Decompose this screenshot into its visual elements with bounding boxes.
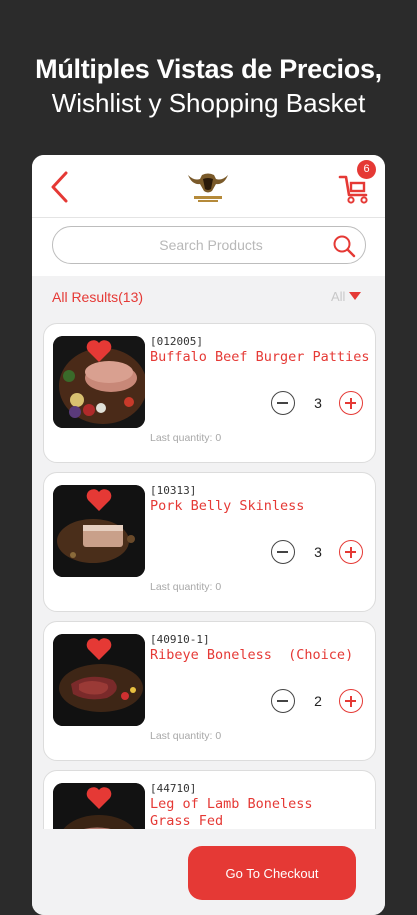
quantity-value: 3	[314, 544, 322, 560]
increase-qty-button[interactable]	[339, 689, 363, 713]
brand-logo	[184, 169, 232, 205]
caret-down-icon	[349, 292, 362, 300]
product-code: [40910-1]	[150, 633, 210, 646]
checkout-button[interactable]: Go To Checkout	[188, 846, 356, 900]
filter-dropdown[interactable]: All	[331, 289, 362, 304]
product-name[interactable]: Leg of Lamb Boneless Grass Fed	[150, 796, 320, 830]
results-count: All Results(13)	[52, 289, 144, 305]
product-card[interactable]: [10313] Pork Belly Skinless 3 Last quant…	[43, 472, 376, 612]
product-image	[53, 485, 145, 577]
decrease-qty-button[interactable]	[271, 689, 295, 713]
product-card[interactable]: [012005] Buffalo Beef Burger Patties 3 L…	[43, 323, 376, 463]
product-card[interactable]: [40910-1] Ribeye Boneless (Choice) 2 Las…	[43, 621, 376, 761]
last-quantity: Last quantity: 0	[150, 581, 222, 593]
promo-headline: Múltiples Vistas de Precios, Wishlist y …	[0, 52, 417, 120]
product-code: [44710]	[150, 782, 197, 795]
quantity-value: 2	[314, 693, 322, 709]
increase-qty-button[interactable]	[339, 540, 363, 564]
minus-icon	[277, 551, 288, 553]
minus-icon	[277, 700, 288, 702]
minus-icon	[277, 402, 288, 404]
wishlist-heart-icon[interactable]	[85, 637, 113, 661]
increase-qty-button[interactable]	[339, 391, 363, 415]
search-icon[interactable]	[332, 234, 356, 258]
product-name[interactable]: Pork Belly Skinless	[150, 498, 370, 515]
quantity-value: 3	[314, 395, 322, 411]
last-quantity: Last quantity: 0	[150, 730, 222, 742]
product-name[interactable]: Ribeye Boneless (Choice)	[150, 647, 370, 664]
decrease-qty-button[interactable]	[271, 391, 295, 415]
search-input[interactable]	[89, 230, 333, 260]
product-code: [10313]	[150, 484, 197, 497]
wishlist-heart-icon[interactable]	[85, 786, 113, 810]
search-area	[32, 218, 385, 276]
filter-label: All	[331, 289, 346, 304]
promo-subtitle: Wishlist y Shopping Basket	[51, 88, 366, 118]
back-button[interactable]	[46, 169, 74, 205]
chevron-left-icon	[51, 171, 68, 203]
checkout-bar: Go To Checkout	[32, 829, 385, 915]
results-bar: All Results(13) All	[32, 277, 385, 319]
promo-title: Múltiples Vistas de Precios,	[35, 54, 382, 84]
product-image	[53, 336, 145, 428]
wishlist-heart-icon[interactable]	[85, 339, 113, 363]
last-quantity: Last quantity: 0	[150, 432, 222, 444]
product-code: [012005]	[150, 335, 203, 348]
wishlist-heart-icon[interactable]	[85, 488, 113, 512]
product-name[interactable]: Buffalo Beef Burger Patties	[150, 349, 370, 366]
search-box	[52, 226, 366, 264]
product-image	[53, 634, 145, 726]
top-bar: 6	[32, 155, 385, 218]
decrease-qty-button[interactable]	[271, 540, 295, 564]
cart-count-badge: 6	[357, 160, 376, 179]
phone-screen: 6 All Results(13) All	[32, 155, 385, 915]
